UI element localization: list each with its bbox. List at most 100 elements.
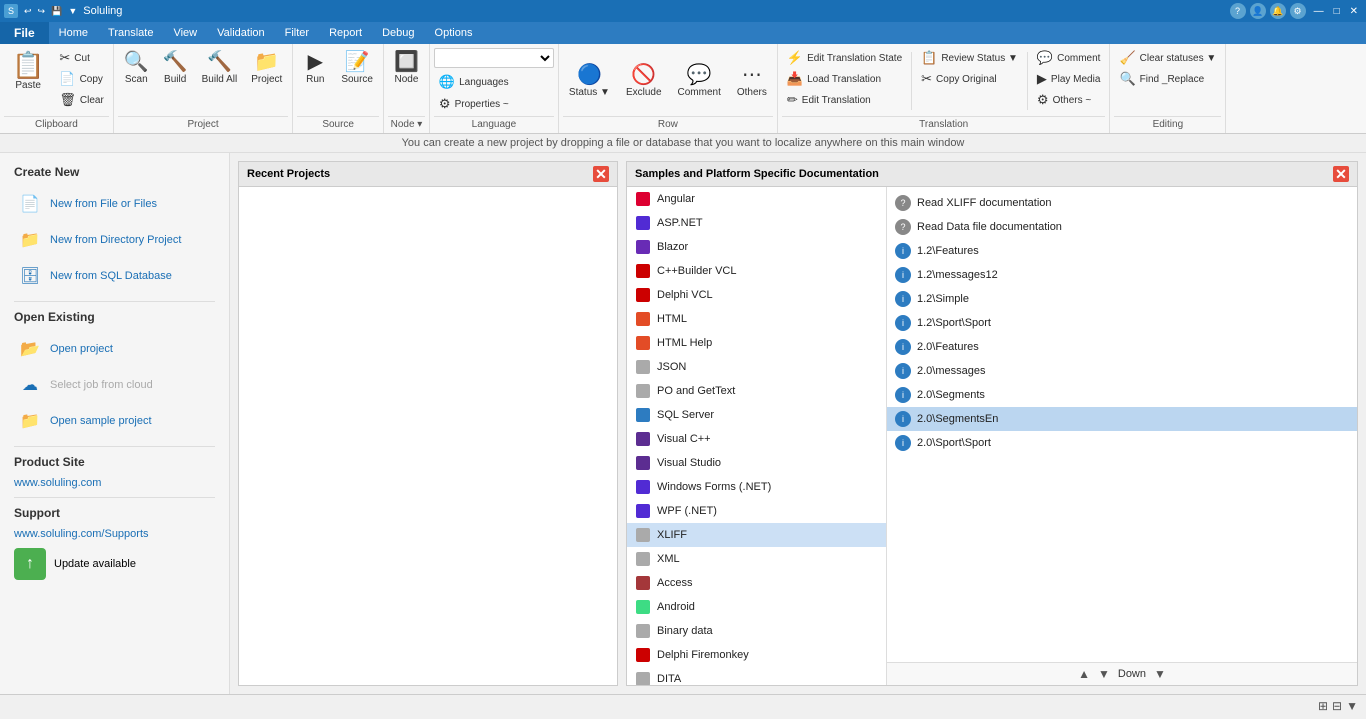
play-media-btn[interactable]: ▶ Play Media <box>1032 69 1106 89</box>
new-from-directory-btn[interactable]: 📁 New from Directory Project <box>14 223 215 257</box>
open-project-btn[interactable]: 📂 Open project <box>14 332 215 366</box>
find-replace-btn[interactable]: 🔍 Find _Replace <box>1114 69 1221 89</box>
sample-item[interactable]: Binary data <box>627 619 886 643</box>
properties-btn[interactable]: ⚙ Properties ~ <box>434 94 514 114</box>
status-btn[interactable]: 🔵 Status ▼ <box>563 61 616 102</box>
sample-item[interactable]: Delphi VCL <box>627 283 886 307</box>
sample-item[interactable]: Visual C++ <box>627 427 886 451</box>
source-btn[interactable]: 📝 Source <box>335 48 379 89</box>
doc-item[interactable]: i1.2\Simple <box>887 287 1357 311</box>
copy-btn[interactable]: 📄 Copy <box>54 69 108 89</box>
help-icon[interactable]: ? <box>1230 3 1246 19</box>
sample-item[interactable]: Access <box>627 571 886 595</box>
info-text: You can create a new project by dropping… <box>402 137 965 149</box>
doc-item[interactable]: i1.2\Features <box>887 239 1357 263</box>
select-cloud-btn[interactable]: ☁ Select job from cloud <box>14 368 215 402</box>
clear-btn[interactable]: 🗑 Clear <box>54 90 108 110</box>
scan-btn[interactable]: 🔍 Scan <box>118 48 155 89</box>
menu-file[interactable]: File <box>0 22 49 44</box>
cut-btn[interactable]: ✂ Cut <box>54 48 108 68</box>
doc-item[interactable]: ?Read XLIFF documentation <box>887 191 1357 215</box>
sample-item[interactable]: Windows Forms (.NET) <box>627 475 886 499</box>
node-btn[interactable]: 🔲 Node <box>388 48 425 89</box>
menu-validation[interactable]: Validation <box>207 22 275 44</box>
languages-btn[interactable]: 🌐 Languages <box>434 72 514 92</box>
sample-item[interactable]: Visual Studio <box>627 451 886 475</box>
menu-translate[interactable]: Translate <box>98 22 163 44</box>
sample-item[interactable]: XML <box>627 547 886 571</box>
menu-filter[interactable]: Filter <box>275 22 319 44</box>
others-trans-btn[interactable]: ⚙ Others ~ <box>1032 90 1106 110</box>
trans-comment-btn[interactable]: 💬 Comment <box>1032 48 1106 68</box>
new-from-file-btn[interactable]: 📄 New from File or Files <box>14 187 215 221</box>
sample-item[interactable]: HTML Help <box>627 331 886 355</box>
sample-item[interactable]: Android <box>627 595 886 619</box>
maximize-btn[interactable]: □ <box>1330 1 1344 21</box>
doc-item[interactable]: i2.0\messages <box>887 359 1357 383</box>
sample-item[interactable]: DITA <box>627 667 886 685</box>
comment-btn[interactable]: 💬 Comment <box>672 61 727 102</box>
minimize-btn[interactable]: — <box>1310 1 1328 21</box>
review-status-btn[interactable]: 📋 Review Status ▼ <box>916 48 1023 68</box>
open-sample-btn[interactable]: 📁 Open sample project <box>14 404 215 438</box>
sample-item[interactable]: XLIFF <box>627 523 886 547</box>
edit-translation-btn[interactable]: ✏ Edit Translation <box>782 90 907 110</box>
build-btn[interactable]: 🔨 Build <box>157 48 194 89</box>
doc-item[interactable]: ?Read Data file documentation <box>887 215 1357 239</box>
language-dropdown[interactable] <box>434 48 554 68</box>
clipboard-label: Clipboard <box>4 116 109 133</box>
save-btn[interactable]: 💾 <box>49 6 64 17</box>
sample-item[interactable]: HTML <box>627 307 886 331</box>
menu-home[interactable]: Home <box>49 22 98 44</box>
exclude-btn[interactable]: 🚫 Exclude <box>620 61 668 102</box>
doc-item[interactable]: i2.0\Sport\Sport <box>887 431 1357 455</box>
open-icon: 📂 <box>18 337 42 361</box>
samples-close[interactable]: ✕ <box>1333 166 1349 182</box>
project-btn[interactable]: 📁 Project <box>245 48 288 89</box>
clear-statuses-btn[interactable]: 🧹 Clear statuses ▼ <box>1114 48 1221 68</box>
doc-item[interactable]: i1.2\Sport\Sport <box>887 311 1357 335</box>
doc-item[interactable]: i1.2\messages12 <box>887 263 1357 287</box>
support-link[interactable]: www.soluling.com/Supports <box>14 528 215 540</box>
edit-translation-state-btn[interactable]: ⚡ Edit Translation State <box>782 48 907 68</box>
dropdown-btn[interactable]: ▼ <box>66 6 79 16</box>
sample-item[interactable]: ASP.NET <box>627 211 886 235</box>
user-icon[interactable]: 👤 <box>1250 3 1266 19</box>
doc-item[interactable]: i2.0\SegmentsEn <box>887 407 1357 431</box>
settings-icon[interactable]: ⚙ <box>1290 3 1306 19</box>
others-btn[interactable]: ⋯ Others <box>731 61 773 102</box>
close-btn[interactable]: ✕ <box>1346 1 1362 21</box>
doc-item[interactable]: i2.0\Segments <box>887 383 1357 407</box>
down-nav[interactable]: ▲ ▼ Down ▼ <box>887 662 1357 685</box>
sample-item[interactable]: WPF (.NET) <box>627 499 886 523</box>
menu-options[interactable]: Options <box>425 22 483 44</box>
sample-item[interactable]: Angular <box>627 187 886 211</box>
sample-item[interactable]: SQL Server <box>627 403 886 427</box>
load-translation-btn[interactable]: 📥 Load Translation <box>782 69 907 89</box>
sample-item[interactable]: C++Builder VCL <box>627 259 886 283</box>
menu-view[interactable]: View <box>163 22 207 44</box>
menu-report[interactable]: Report <box>319 22 372 44</box>
notify-icon[interactable]: 🔔 <box>1270 3 1286 19</box>
sample-item[interactable]: JSON <box>627 355 886 379</box>
dropdown-status[interactable]: ▼ <box>1346 699 1358 713</box>
sample-item[interactable]: PO and GetText <box>627 379 886 403</box>
menu-debug[interactable]: Debug <box>372 22 424 44</box>
undo-btn[interactable]: ↩ <box>22 6 34 17</box>
grid-icon2[interactable]: ⊟ <box>1332 699 1342 713</box>
copy-original-btn[interactable]: ✂ Copy Original <box>916 69 1023 89</box>
run-btn[interactable]: ▶ Run <box>297 48 333 89</box>
sample-item[interactable]: Delphi Firemonkey <box>627 643 886 667</box>
build-all-btn[interactable]: 🔨 Build All <box>196 48 244 89</box>
recent-projects-close[interactable]: ✕ <box>593 166 609 182</box>
new-from-sql-btn[interactable]: 🗄 New from SQL Database <box>14 259 215 293</box>
paste-btn[interactable]: 📋 Paste <box>4 48 52 95</box>
redo-btn[interactable]: ↪ <box>36 6 48 17</box>
down-up-icon2: ▼ <box>1098 667 1110 681</box>
support-title: Support <box>14 506 215 520</box>
doc-item[interactable]: i2.0\Features <box>887 335 1357 359</box>
product-site-link[interactable]: www.soluling.com <box>14 477 215 489</box>
grid-icon1[interactable]: ⊞ <box>1318 699 1328 713</box>
sample-item[interactable]: Blazor <box>627 235 886 259</box>
recent-projects-title: Recent Projects <box>247 168 330 180</box>
